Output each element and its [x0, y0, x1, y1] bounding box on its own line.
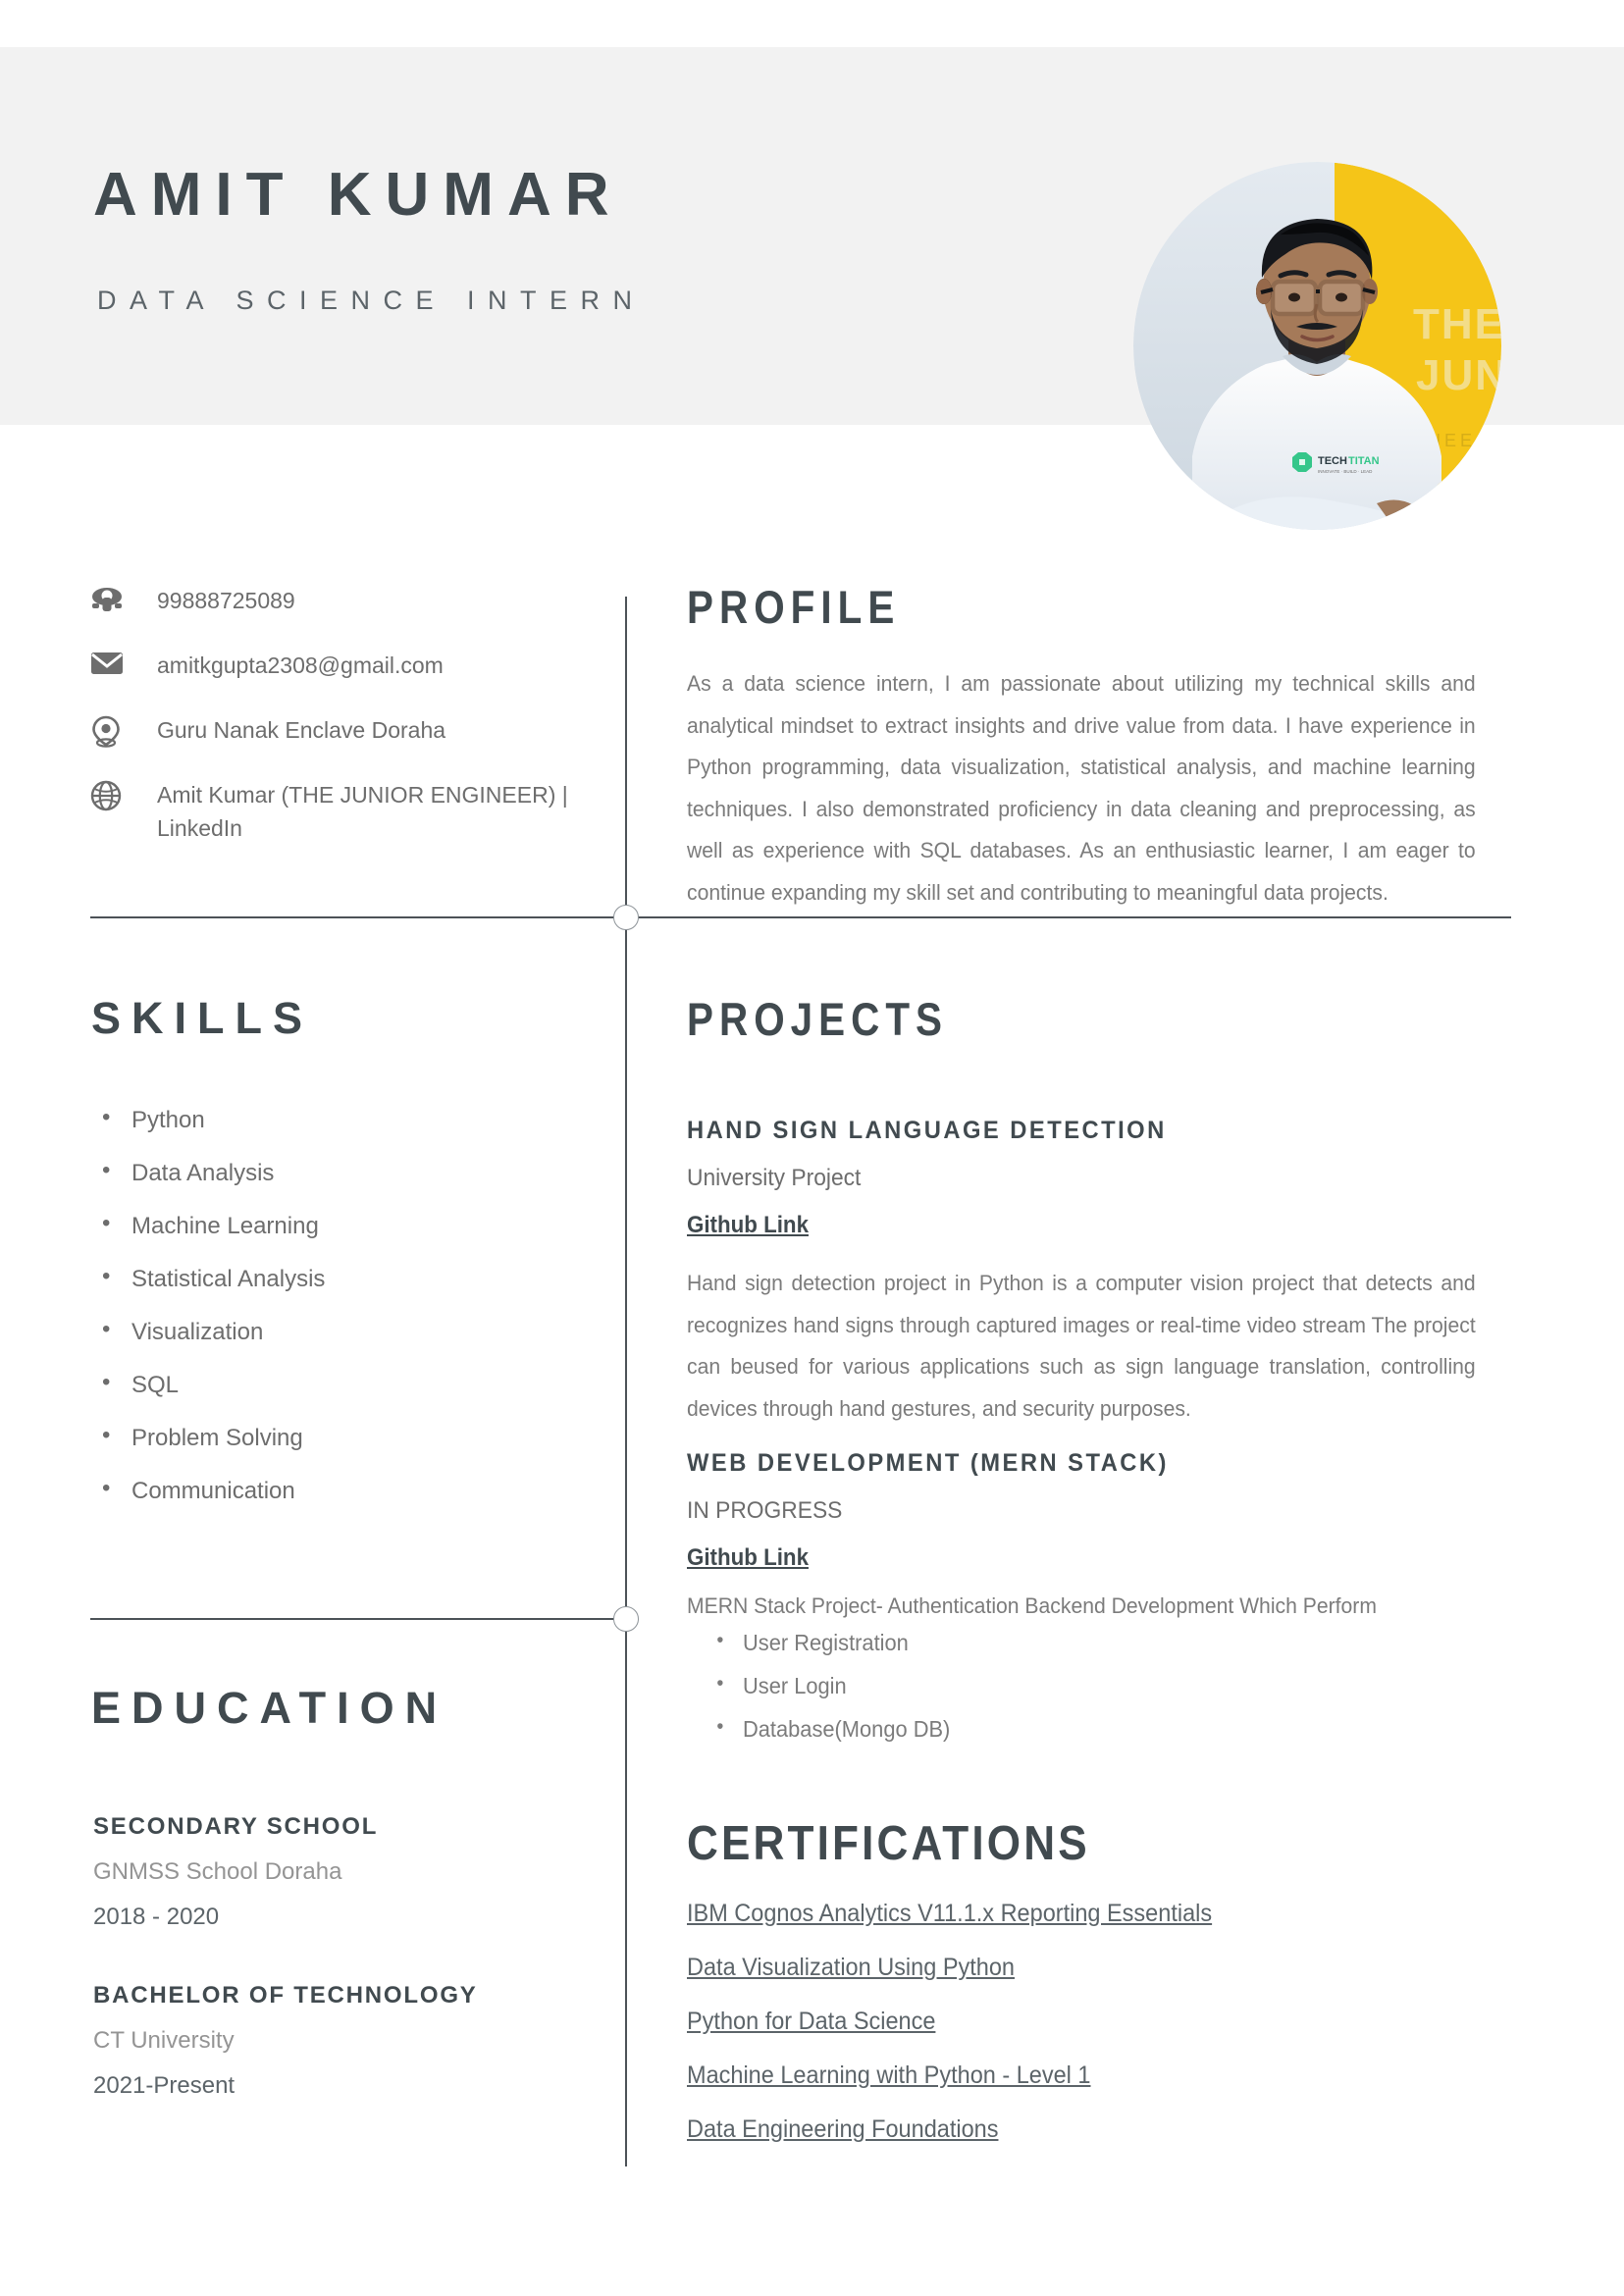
list-item: Statistical Analysis: [94, 1265, 604, 1291]
linkedin-value: Amit Kumar (THE JUNIOR ENGINEER) | Linke…: [157, 782, 568, 841]
project-subtitle: University Project: [687, 1165, 862, 1191]
svg-text:JUN: JUN: [1416, 351, 1501, 399]
profile-text: As a data science intern, I am passionat…: [687, 671, 1476, 905]
github-link[interactable]: Github Link: [687, 1546, 809, 1570]
list-item: SQL: [94, 1371, 604, 1397]
certification-link[interactable]: Machine Learning with Python - Level 1: [687, 2061, 1090, 2089]
list-item: Machine Learning: [94, 1212, 604, 1238]
project-subtitle: IN PROGRESS: [687, 1497, 843, 1524]
globe-icon: [90, 778, 133, 811]
svg-text:THE: THE: [1413, 300, 1501, 348]
projects-heading: PROJECTS: [687, 993, 949, 1045]
education-school: GNMSS School Doraha: [93, 1858, 342, 1885]
list-item: User Login: [687, 1673, 1507, 1697]
list-item: Visualization: [94, 1318, 604, 1344]
education-years: 2018 - 2020: [93, 1904, 220, 1930]
divider-node-icon: [613, 1606, 639, 1632]
svg-text:INNOVATE · BUILD · LEAD: INNOVATE · BUILD · LEAD: [1318, 469, 1373, 474]
certification-link[interactable]: Data Engineering Foundations: [687, 2115, 998, 2143]
list-item: Python for Data Science: [687, 2009, 1498, 2034]
project-title: HAND SIGN LANGUAGE DETECTION: [687, 1117, 1167, 1144]
list-item: Data Analysis: [94, 1159, 604, 1185]
project-title: WEB DEVELOPMENT (MERN STACK): [687, 1449, 1169, 1477]
list-item: Data Engineering Foundations: [687, 2117, 1498, 2142]
certification-link[interactable]: Data Visualization Using Python: [687, 1954, 1015, 1981]
contact-list: 99888725089 amitkgupta2308@gmail.com Gur…: [90, 584, 581, 866]
project-entry: WEB DEVELOPMENT (MERN STACK) IN PROGRESS…: [687, 1451, 1550, 1741]
column-divider: [625, 597, 627, 2166]
project-entry: HAND SIGN LANGUAGE DETECTION University …: [687, 1119, 1550, 1430]
projects-list: HAND SIGN LANGUAGE DETECTION University …: [687, 1119, 1550, 1761]
list-item: Database(Mongo DB): [687, 1716, 1507, 1741]
project-description: Hand sign detection project in Python is…: [687, 1271, 1476, 1421]
certifications-heading: CERTIFICATIONS: [687, 1817, 1090, 1870]
profile-heading: PROFILE: [687, 581, 901, 633]
contact-item-email[interactable]: amitkgupta2308@gmail.com: [90, 649, 581, 692]
education-degree: SECONDARY SCHOOL: [93, 1813, 379, 1840]
phone-icon: [90, 584, 133, 615]
list-item: Data Visualization Using Python: [687, 1956, 1498, 1980]
job-title: DATA SCIENCE INTERN: [97, 286, 646, 315]
section-divider-middle: [90, 1618, 626, 1620]
contact-item-linkedin[interactable]: Amit Kumar (THE JUNIOR ENGINEER) | Linke…: [90, 778, 581, 845]
email-value: amitkgupta2308@gmail.com: [157, 652, 444, 678]
avatar: THE JUN NEE TECH TITAN INNOVATE · BUILD …: [1133, 162, 1501, 530]
contact-item-phone[interactable]: 99888725089: [90, 584, 581, 627]
contact-item-location[interactable]: Guru Nanak Enclave Doraha: [90, 713, 581, 757]
certification-link[interactable]: IBM Cognos Analytics V11.1.x Reporting E…: [687, 1900, 1212, 1927]
svg-text:TITAN: TITAN: [1348, 455, 1380, 467]
project-description: MERN Stack Project- Authentication Backe…: [687, 1593, 1377, 1618]
list-item: IBM Cognos Analytics V11.1.x Reporting E…: [687, 1902, 1498, 1926]
envelope-icon: [90, 649, 133, 676]
project-feature-list: User Registration User Login Database(Mo…: [687, 1630, 1550, 1741]
education-degree: BACHELOR OF TECHNOLOGY: [93, 1982, 478, 2009]
phone-value: 99888725089: [157, 588, 295, 613]
section-divider-top: [90, 916, 1511, 918]
list-item: Problem Solving: [94, 1424, 604, 1450]
svg-text:TECH: TECH: [1318, 455, 1347, 467]
profile-photo: THE JUN NEE TECH TITAN INNOVATE · BUILD …: [1133, 162, 1501, 530]
education-heading: EDUCATION: [91, 1683, 448, 1733]
list-item: Communication: [94, 1477, 604, 1503]
certification-link[interactable]: Python for Data Science: [687, 2008, 935, 2035]
education-list: SECONDARY SCHOOL GNMSS School Doraha 201…: [93, 1815, 623, 2153]
location-value: Guru Nanak Enclave Doraha: [157, 717, 446, 743]
page-title: AMIT KUMAR: [93, 161, 623, 229]
education-school: CT University: [93, 2027, 235, 2054]
certifications-list: IBM Cognos Analytics V11.1.x Reporting E…: [687, 1902, 1550, 2171]
list-item: User Registration: [687, 1630, 1507, 1654]
education-entry: BACHELOR OF TECHNOLOGY CT University 202…: [93, 1984, 623, 2098]
location-pin-icon: [90, 713, 133, 749]
skills-heading: SKILLS: [91, 993, 314, 1043]
github-link[interactable]: Github Link: [687, 1214, 809, 1237]
education-entry: SECONDARY SCHOOL GNMSS School Doraha 201…: [93, 1815, 623, 1929]
education-years: 2021-Present: [93, 2072, 236, 2099]
divider-node-icon: [613, 905, 639, 930]
list-item: Python: [94, 1106, 604, 1132]
skills-list: Python Data Analysis Machine Learning St…: [94, 1106, 604, 1533]
list-item: Machine Learning with Python - Level 1: [687, 2063, 1498, 2088]
